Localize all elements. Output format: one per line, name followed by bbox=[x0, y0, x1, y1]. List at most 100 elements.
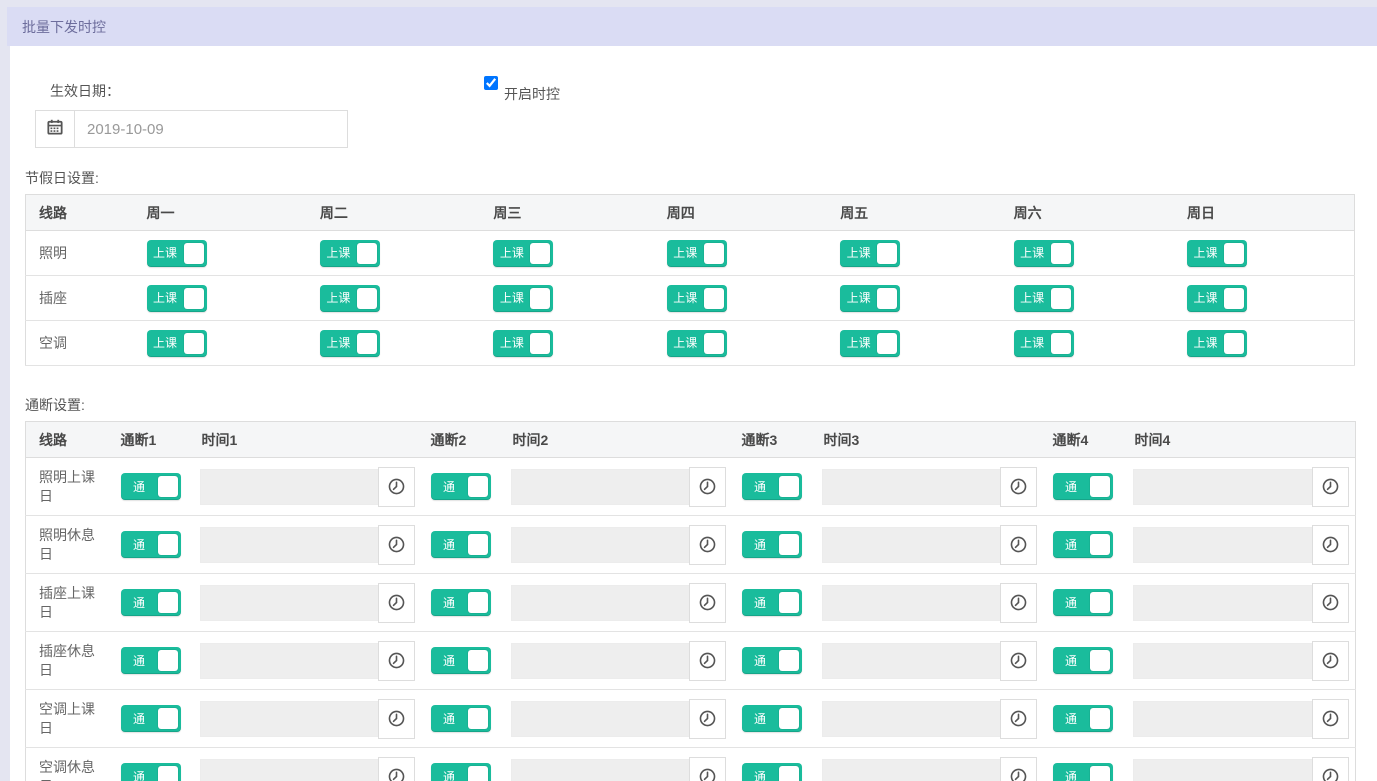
class-toggle[interactable]: 上课 bbox=[666, 329, 727, 357]
on-toggle[interactable]: 通 bbox=[741, 531, 802, 558]
class-toggle[interactable]: 上课 bbox=[840, 329, 901, 357]
class-toggle[interactable]: 上课 bbox=[146, 239, 207, 267]
class-toggle[interactable]: 上课 bbox=[319, 329, 380, 357]
clock-button[interactable] bbox=[688, 524, 726, 565]
on-toggle[interactable]: 通 bbox=[741, 473, 802, 500]
time-input[interactable] bbox=[199, 584, 378, 621]
clock-button[interactable] bbox=[688, 640, 726, 681]
clock-button[interactable] bbox=[999, 466, 1037, 507]
class-toggle[interactable]: 上课 bbox=[666, 284, 727, 312]
clock-button[interactable] bbox=[1312, 466, 1349, 507]
time-input[interactable] bbox=[821, 642, 1000, 679]
on-toggle[interactable]: 通 bbox=[120, 763, 181, 781]
time-input[interactable] bbox=[1132, 584, 1312, 621]
on-toggle[interactable]: 通 bbox=[1052, 531, 1113, 558]
on-toggle[interactable]: 通 bbox=[741, 589, 802, 616]
clock-button[interactable] bbox=[688, 698, 726, 739]
clock-button[interactable] bbox=[1312, 524, 1349, 565]
on-toggle[interactable]: 通 bbox=[120, 647, 181, 674]
clock-button[interactable] bbox=[377, 524, 415, 565]
time-input[interactable] bbox=[1132, 526, 1312, 563]
time-input[interactable] bbox=[1132, 700, 1312, 737]
class-toggle[interactable]: 上课 bbox=[1013, 329, 1074, 357]
on-toggle[interactable]: 通 bbox=[430, 763, 491, 781]
on-toggle[interactable]: 通 bbox=[1052, 647, 1113, 674]
enable-time-control-label[interactable]: 开启时控 bbox=[504, 84, 560, 104]
toggle-knob bbox=[778, 766, 799, 781]
on-toggle[interactable]: 通 bbox=[120, 473, 181, 500]
on-toggle[interactable]: 通 bbox=[120, 531, 181, 558]
class-toggle[interactable]: 上课 bbox=[319, 239, 380, 267]
row-label: 空调上课日 bbox=[39, 700, 95, 736]
class-toggle[interactable]: 上课 bbox=[1013, 239, 1074, 267]
time-input[interactable] bbox=[199, 758, 378, 781]
clock-button[interactable] bbox=[688, 466, 726, 507]
class-toggle[interactable]: 上课 bbox=[493, 239, 554, 267]
class-toggle[interactable]: 上课 bbox=[493, 329, 554, 357]
on-toggle[interactable]: 通 bbox=[120, 705, 181, 732]
clock-button[interactable] bbox=[999, 698, 1037, 739]
time-input[interactable] bbox=[821, 700, 1000, 737]
clock-button[interactable] bbox=[377, 582, 415, 623]
on-toggle[interactable]: 通 bbox=[1052, 473, 1113, 500]
clock-button[interactable] bbox=[999, 756, 1037, 781]
effective-date-input[interactable] bbox=[75, 111, 347, 147]
clock-button[interactable] bbox=[377, 756, 415, 781]
class-toggle[interactable]: 上课 bbox=[1187, 239, 1248, 267]
time-input[interactable] bbox=[1132, 468, 1312, 505]
class-toggle[interactable]: 上课 bbox=[146, 329, 207, 357]
on-toggle[interactable]: 通 bbox=[1052, 763, 1113, 781]
class-toggle[interactable]: 上课 bbox=[493, 284, 554, 312]
enable-time-control-checkbox[interactable] bbox=[484, 76, 498, 90]
time-input[interactable] bbox=[510, 700, 689, 737]
time-input[interactable] bbox=[821, 584, 1000, 621]
calendar-button[interactable] bbox=[36, 111, 75, 147]
on-toggle[interactable]: 通 bbox=[430, 647, 491, 674]
class-toggle[interactable]: 上课 bbox=[1187, 284, 1248, 312]
on-toggle[interactable]: 通 bbox=[741, 647, 802, 674]
on-toggle[interactable]: 通 bbox=[120, 589, 181, 616]
time-input[interactable] bbox=[821, 526, 1000, 563]
time-input[interactable] bbox=[1132, 642, 1312, 679]
time-input[interactable] bbox=[821, 468, 1000, 505]
time-input[interactable] bbox=[199, 468, 378, 505]
on-toggle[interactable]: 通 bbox=[741, 763, 802, 781]
class-toggle[interactable]: 上课 bbox=[840, 284, 901, 312]
on-toggle[interactable]: 通 bbox=[430, 705, 491, 732]
class-toggle[interactable]: 上课 bbox=[1013, 284, 1074, 312]
on-toggle[interactable]: 通 bbox=[1052, 705, 1113, 732]
time-input[interactable] bbox=[510, 758, 689, 781]
clock-button[interactable] bbox=[999, 582, 1037, 623]
clock-button[interactable] bbox=[377, 466, 415, 507]
clock-button[interactable] bbox=[377, 698, 415, 739]
on-toggle[interactable]: 通 bbox=[430, 589, 491, 616]
on-toggle[interactable]: 通 bbox=[741, 705, 802, 732]
clock-button[interactable] bbox=[377, 640, 415, 681]
on-toggle[interactable]: 通 bbox=[1052, 589, 1113, 616]
time-input[interactable] bbox=[199, 642, 378, 679]
clock-button[interactable] bbox=[999, 524, 1037, 565]
on-toggle[interactable]: 通 bbox=[430, 531, 491, 558]
clock-button[interactable] bbox=[1312, 640, 1349, 681]
clock-button[interactable] bbox=[1312, 698, 1349, 739]
toggle-label: 通 bbox=[753, 595, 766, 610]
time-input[interactable] bbox=[510, 526, 689, 563]
time-input[interactable] bbox=[199, 526, 378, 563]
clock-button[interactable] bbox=[688, 756, 726, 781]
class-toggle[interactable]: 上课 bbox=[840, 239, 901, 267]
on-toggle[interactable]: 通 bbox=[430, 473, 491, 500]
class-toggle[interactable]: 上课 bbox=[319, 284, 380, 312]
time-input[interactable] bbox=[821, 758, 1000, 781]
class-toggle[interactable]: 上课 bbox=[666, 239, 727, 267]
clock-button[interactable] bbox=[1312, 756, 1349, 781]
time-input[interactable] bbox=[510, 468, 689, 505]
class-toggle[interactable]: 上课 bbox=[146, 284, 207, 312]
clock-button[interactable] bbox=[1312, 582, 1349, 623]
clock-button[interactable] bbox=[688, 582, 726, 623]
class-toggle[interactable]: 上课 bbox=[1187, 329, 1248, 357]
time-input[interactable] bbox=[510, 584, 689, 621]
time-input[interactable] bbox=[199, 700, 378, 737]
time-input[interactable] bbox=[510, 642, 689, 679]
time-input[interactable] bbox=[1132, 758, 1312, 781]
clock-button[interactable] bbox=[999, 640, 1037, 681]
